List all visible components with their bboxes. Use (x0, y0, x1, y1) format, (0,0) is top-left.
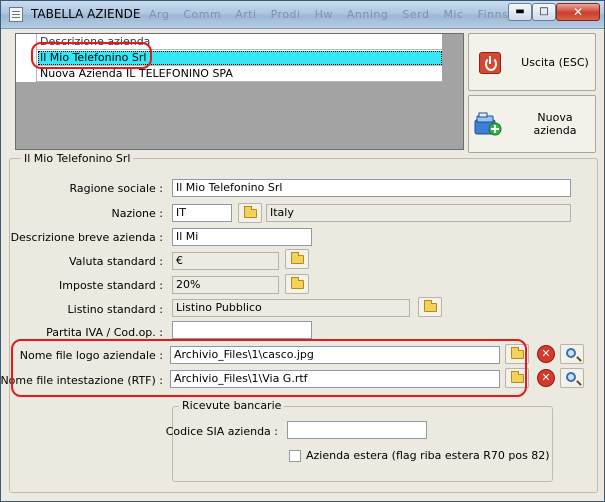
imposte-label: Imposte standard : (59, 279, 163, 292)
window-title: TABELLA AZIENDE (31, 7, 141, 21)
folder-icon (511, 371, 524, 383)
ghost-menu-item: Comm (183, 8, 222, 21)
imposte-field: 20% (172, 276, 279, 294)
ghost-menu-item: Prodi (270, 8, 301, 21)
row-indicator[interactable] (16, 50, 37, 66)
valuta-browse-button[interactable] (285, 249, 309, 269)
nazione-name-field: Italy (266, 204, 571, 222)
valuta-field: € (172, 252, 279, 270)
close-button[interactable]: ✕ (556, 3, 600, 21)
nazione-code-input[interactable]: IT (172, 204, 232, 222)
magnifier-icon (566, 372, 576, 382)
magnifier-icon (566, 348, 576, 358)
row-indicator (16, 34, 37, 50)
header-file-label: Nome file intestazione (RTF) : (0, 374, 163, 387)
azienda-estera-checkbox[interactable] (289, 450, 301, 462)
ricevute-bancarie-title: Ricevute bancarie (179, 399, 285, 412)
header-file-delete-button[interactable]: ✕ (537, 369, 555, 387)
folder-icon (511, 347, 524, 359)
company-grid[interactable]: Descrizione azienda Il Mio Telefonino Sr… (15, 33, 464, 150)
maximize-button[interactable]: □ (532, 3, 556, 21)
logo-file-browse-button[interactable] (505, 344, 529, 364)
logo-file-view-button[interactable] (560, 344, 584, 364)
minimize-button[interactable]: ▬ (508, 3, 532, 21)
table-icon (9, 7, 23, 22)
grid-column-header[interactable]: Descrizione azienda (38, 35, 442, 49)
exit-button-label: Uscita (ESC) (521, 55, 589, 69)
minimize-icon: ▬ (515, 6, 525, 17)
ricevute-bancarie-group (172, 406, 553, 482)
valuta-label: Valuta standard : (69, 255, 163, 268)
row-indicator[interactable] (16, 66, 37, 82)
logo-file-delete-button[interactable]: ✕ (537, 345, 555, 363)
tabella-aziende-window: TABELLA AZIENDE Arg Comm Arti Prodi Hw Anning… (0, 0, 605, 502)
group-title: Il Mio Telefonino Srl (21, 152, 134, 165)
folder-icon (424, 300, 437, 312)
exit-button[interactable]: Uscita (ESC) (468, 33, 596, 91)
folder-icon (291, 252, 304, 264)
background-menu-ghost: Arg Comm Arti Prodi Hw Anning Serd Mic Finns (149, 8, 522, 21)
imposte-browse-button[interactable] (285, 274, 309, 294)
descrizione-breve-label: Descrizione breve azienda : (10, 231, 163, 244)
grid-cell-company[interactable]: Il Mio Telefonino Srl (38, 51, 442, 65)
ghost-menu-item: Serd (402, 8, 430, 21)
logo-file-label: Nome file logo aziendale : (19, 349, 163, 362)
header-file-input[interactable]: Archivio_Files\1\Via G.rtf (170, 370, 500, 388)
delete-icon: ✕ (541, 371, 551, 384)
partita-iva-input[interactable] (172, 321, 312, 339)
table-row[interactable]: Il Mio Telefonino Srl (16, 50, 442, 66)
company-grid-table: Descrizione azienda Il Mio Telefonino Sr… (16, 34, 442, 82)
ghost-menu-item: Finns (477, 8, 509, 21)
title-bar[interactable]: TABELLA AZIENDE Arg Comm Arti Prodi Hw Anning… (1, 1, 604, 29)
folder-icon (291, 277, 304, 289)
delete-icon: ✕ (541, 347, 551, 360)
codice-sia-label: Codice SIA azienda : (165, 425, 278, 438)
ghost-menu-item: Arg (149, 8, 170, 21)
ragione-sociale-label: Ragione sociale : (69, 182, 163, 195)
new-company-button[interactable]: Nuova azienda (468, 95, 596, 153)
listino-field: Listino Pubblico (172, 299, 410, 317)
ghost-menu-item: Mic (443, 8, 464, 21)
ghost-menu-item: Anning (346, 8, 389, 21)
nazione-label: Nazione : (111, 207, 163, 220)
ragione-sociale-input[interactable]: Il Mio Telefonino Srl (172, 179, 571, 197)
new-company-button-label: Nuova azienda (533, 111, 577, 137)
maximize-icon: □ (539, 6, 549, 17)
listino-label: Listino standard : (67, 303, 163, 316)
partita-iva-label: Partita IVA / Cod.op. : (46, 326, 163, 339)
logo-file-input[interactable]: Archivio_Files\1\casco.jpg (170, 346, 500, 364)
descrizione-breve-input[interactable]: Il Mi (172, 228, 312, 246)
folder-icon (244, 206, 257, 218)
ghost-menu-item: Arti (235, 8, 257, 21)
power-icon (479, 52, 501, 74)
ghost-menu-item: Hw (314, 8, 333, 21)
new-company-icon (474, 112, 502, 136)
close-icon: ✕ (572, 5, 584, 19)
header-file-view-button[interactable] (560, 368, 584, 388)
grid-cell-company[interactable]: Nuova Azienda IL TELEFONINO SPA (38, 67, 442, 81)
table-row[interactable]: Nuova Azienda IL TELEFONINO SPA (16, 66, 442, 82)
listino-browse-button[interactable] (418, 297, 442, 317)
codice-sia-input[interactable] (287, 421, 427, 439)
grid-header-row: Descrizione azienda (16, 34, 442, 50)
azienda-estera-label[interactable]: Azienda estera (flag riba estera R70 pos… (306, 449, 550, 462)
nazione-browse-button[interactable] (238, 203, 262, 223)
header-file-browse-button[interactable] (505, 368, 529, 388)
